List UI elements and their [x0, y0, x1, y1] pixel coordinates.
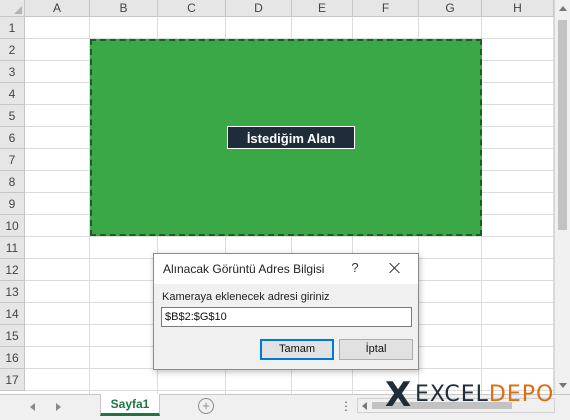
- row-header-14[interactable]: 14: [0, 303, 25, 325]
- scroll-left-arrow-icon[interactable]: [362, 402, 367, 410]
- column-header-e[interactable]: E: [292, 0, 353, 17]
- row-header-7[interactable]: 7: [0, 149, 25, 171]
- input-box-dialog: Alınacak Görüntü Adres Bilgisi ? Kameray…: [153, 253, 419, 370]
- sheet-nav-left-icon[interactable]: [30, 403, 35, 411]
- column-header-a[interactable]: A: [25, 0, 90, 17]
- help-button[interactable]: ?: [348, 260, 362, 275]
- row-header-11[interactable]: 11: [0, 237, 25, 259]
- exceldepo-logo: X EXCELDEPO: [385, 376, 570, 416]
- sheet-tab-sayfa1[interactable]: Sayfa1: [100, 394, 160, 416]
- vertical-scroll-thumb[interactable]: [558, 20, 567, 230]
- dialog-body: Kameraya eklenecek adresi giriniz Tamam …: [154, 284, 418, 369]
- column-header-h[interactable]: H: [482, 0, 554, 17]
- row-header-15[interactable]: 15: [0, 325, 25, 347]
- address-input[interactable]: [161, 307, 412, 327]
- logo-text: EXCELDEPO: [415, 382, 555, 407]
- close-icon[interactable]: [387, 260, 403, 276]
- row-header-8[interactable]: 8: [0, 171, 25, 193]
- range-label[interactable]: İstediğim Alan: [227, 126, 355, 149]
- scroll-up-arrow-icon[interactable]: [559, 6, 567, 11]
- dialog-prompt: Kameraya eklenecek adresi giriniz: [162, 291, 330, 303]
- row-header-12[interactable]: 12: [0, 259, 25, 281]
- cancel-button[interactable]: İptal: [339, 339, 413, 360]
- row-header-16[interactable]: 16: [0, 347, 25, 369]
- row-header-10[interactable]: 10: [0, 215, 25, 237]
- dialog-title: Alınacak Görüntü Adres Bilgisi: [163, 262, 325, 276]
- logo-x-icon: X: [385, 375, 412, 415]
- column-header-b[interactable]: B: [90, 0, 158, 17]
- column-header-d[interactable]: D: [226, 0, 292, 17]
- select-all-corner[interactable]: [0, 0, 25, 17]
- ok-button[interactable]: Tamam: [260, 339, 334, 360]
- row-header-4[interactable]: 4: [0, 83, 25, 105]
- column-header-c[interactable]: C: [158, 0, 226, 17]
- gridline: [25, 236, 555, 237]
- row-header-3[interactable]: 3: [0, 61, 25, 83]
- vertical-scrollbar[interactable]: [554, 0, 570, 394]
- more-options-icon[interactable]: ⋮: [340, 399, 353, 413]
- add-sheet-icon[interactable]: +: [198, 398, 214, 414]
- column-header-g[interactable]: G: [419, 0, 482, 17]
- row-header-1[interactable]: 1: [0, 17, 25, 39]
- row-header-17[interactable]: 17: [0, 369, 25, 391]
- row-header-5[interactable]: 5: [0, 105, 25, 127]
- row-header-13[interactable]: 13: [0, 281, 25, 303]
- column-header-f[interactable]: F: [353, 0, 419, 17]
- sheet-nav-right-icon[interactable]: [56, 403, 61, 411]
- row-header-6[interactable]: 6: [0, 127, 25, 149]
- row-header-9[interactable]: 9: [0, 193, 25, 215]
- row-header-2[interactable]: 2: [0, 39, 25, 61]
